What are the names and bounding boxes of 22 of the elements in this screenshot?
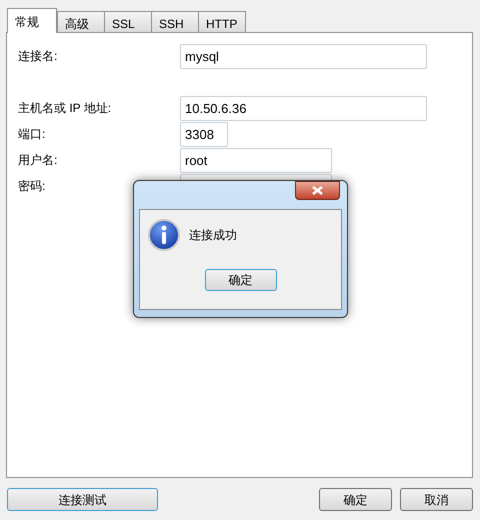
tab[interactable]: SSH <box>151 11 199 33</box>
dialog-ok-button[interactable]: 确定 <box>204 269 276 291</box>
input-field[interactable]: 10.50.6.36 <box>180 96 427 120</box>
input-field[interactable]: mysql <box>180 44 427 68</box>
field-label: 密码: <box>17 178 46 195</box>
tab[interactable]: 高级 <box>57 11 105 33</box>
tab[interactable]: 常规 <box>7 8 57 33</box>
field-label: 用户名: <box>17 152 58 169</box>
cancel-button[interactable]: 取消 <box>400 488 473 511</box>
tab[interactable]: SSL <box>104 11 152 33</box>
input-field[interactable]: root <box>180 148 332 172</box>
info-icon <box>148 219 180 251</box>
ok-button[interactable]: 确定 <box>319 488 392 511</box>
dialog-message: 连接成功 <box>189 227 237 244</box>
field-label: 连接名: <box>17 48 58 65</box>
close-button[interactable] <box>295 181 340 200</box>
connection-test-button[interactable]: 连接测试 <box>7 488 158 511</box>
field-label: 端口: <box>17 126 46 143</box>
field-label: 主机名或 IP 地址: <box>17 100 112 117</box>
tab[interactable]: HTTP <box>198 11 246 33</box>
close-icon <box>312 186 323 195</box>
input-field[interactable]: 3308 <box>180 122 228 146</box>
